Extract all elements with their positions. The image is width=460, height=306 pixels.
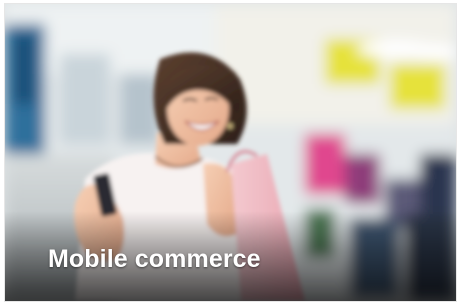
mobile-commerce-banner[interactable]: Mobile commerce <box>5 4 456 301</box>
banner-title: Mobile commerce <box>48 245 261 273</box>
sale-sign <box>390 64 445 109</box>
